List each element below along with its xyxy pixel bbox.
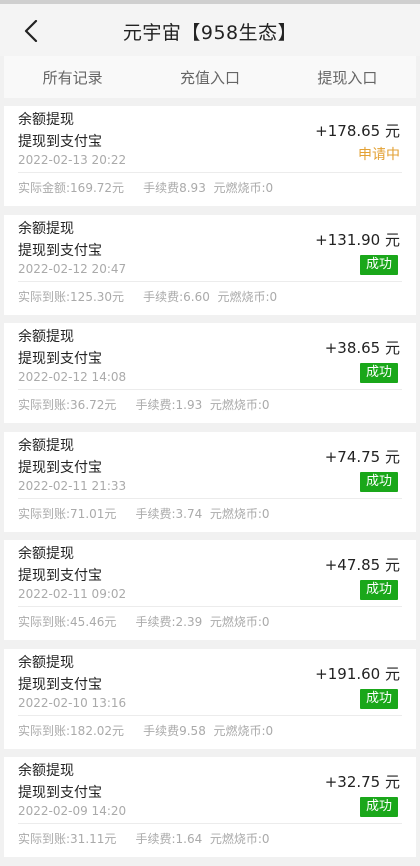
status-badge: 成功: [359, 580, 398, 600]
status-badge: 成功: [359, 797, 398, 817]
record-time: 2022-02-09 14:20: [18, 804, 127, 818]
record-type: 余额提现: [18, 112, 74, 128]
record-item[interactable]: 余额提现提现到支付宝 2022-02-10 13:16 +191.60 元成功实际到…: [4, 648, 416, 749]
record-detail: 实际到账:36.72元 手续费:1.93 元燃烧币:0: [18, 398, 270, 412]
top-nav-bar: 元宇宙【958生态】: [0, 0, 420, 56]
record-type: 余额提现: [18, 220, 74, 237]
tab-all-records[interactable]: 所有记录: [4, 56, 141, 98]
record-list: 余额提现 提现到支付宝 2022-02-13 20:22 +178.65 元申请中 实际…: [4, 106, 416, 866]
record-method: 提现到支付宝: [18, 785, 102, 801]
record-amount: +178.65 元: [315, 122, 400, 140]
divider: [18, 389, 402, 390]
record-item[interactable]: 余额提现提现到支付宝 2022-02-11 09:02 +47.85 元成功实际到账…: [4, 540, 416, 640]
record-amount: +191.60 元: [315, 664, 400, 683]
tab-withdraw-entry[interactable]: 提现入口: [279, 56, 416, 98]
record-detail: 实际到账:182.02元 手续费9.58 元燃烧币:0: [18, 723, 274, 738]
page-title: 元宇宙【958生态】: [122, 22, 298, 44]
record-item[interactable]: 余额提现提现到支付宝 2022-02-13 20:22 +178.65 元申请中实际…: [4, 106, 416, 206]
record-type: 余额提现: [18, 763, 74, 779]
record-time: 2022-02-11 21:33: [18, 478, 127, 493]
record-amount: +32.75 元: [324, 773, 400, 791]
record-detail: 实际金额:169.72元 手续费8.93 元燃烧币:0: [18, 181, 274, 195]
record-time: 2022-02-10 13:16: [18, 695, 127, 710]
record-detail: 实际到账:45.46元 手续费:2.39 元燃烧币:0: [18, 615, 270, 629]
tab-recharge-entry[interactable]: 充值入口: [141, 56, 278, 98]
divider: [18, 280, 402, 282]
record-item[interactable]: 余额提现提现到支付宝 2022-02-09 14:20 +32.75 元成功实际到账…: [4, 757, 416, 857]
divider: [18, 823, 402, 824]
record-type: 余额提现: [18, 329, 74, 345]
record-item[interactable]: 余额提现提现到支付宝 2022-02-11 21:33 +74.75 元成功实际到账…: [4, 431, 416, 532]
divider: [18, 172, 402, 173]
tab-bar: 所有记录 充值入口 提现入口: [4, 56, 416, 98]
status-badge: 成功: [359, 471, 398, 492]
divider: [18, 497, 402, 499]
record-type: 余额提现: [18, 437, 74, 454]
record-item[interactable]: 余额提现提现到支付宝 2022-02-12 20:47 +131.90 元成功实际到…: [4, 214, 416, 315]
record-method: 提现到支付宝: [18, 568, 102, 584]
record-time: 2022-02-12 14:08: [18, 370, 127, 384]
status-badge: 成功: [359, 688, 398, 709]
record-time: 2022-02-12 20:47: [18, 261, 127, 276]
status-text: 申请中: [358, 147, 400, 163]
record-type: 余额提现: [18, 546, 74, 562]
divider: [18, 606, 402, 607]
record-detail: 实际到账:71.01元 手续费:3.74 元燃烧币:0: [18, 506, 270, 521]
record-method: 提现到支付宝: [18, 351, 102, 367]
record-time: 2022-02-11 09:02: [18, 587, 127, 601]
record-method: 提现到支付宝: [18, 134, 102, 150]
record-type: 余额提现: [18, 654, 74, 671]
record-amount: +131.90 元: [315, 230, 400, 249]
record-amount: +74.75 元: [324, 447, 400, 466]
record-method: 提现到支付宝: [18, 459, 102, 476]
record-method: 提现到支付宝: [18, 676, 102, 693]
record-detail: 实际到账:31.11元 手续费:1.64 元燃烧币:0: [18, 832, 270, 846]
status-badge: 成功: [359, 363, 398, 383]
divider: [18, 714, 402, 716]
record-amount: +38.65 元: [324, 339, 400, 357]
record-detail: 实际到账:125.30元 手续费:6.60 元燃烧币:0: [18, 289, 278, 304]
record-method: 提现到支付宝: [18, 242, 102, 259]
record-amount: +47.85 元: [324, 556, 400, 574]
status-badge: 成功: [359, 254, 398, 275]
record-time: 2022-02-13 20:22: [18, 153, 127, 167]
record-item[interactable]: 余额提现提现到支付宝 2022-02-12 14:08 +38.65 元成功实际到账…: [4, 323, 416, 423]
